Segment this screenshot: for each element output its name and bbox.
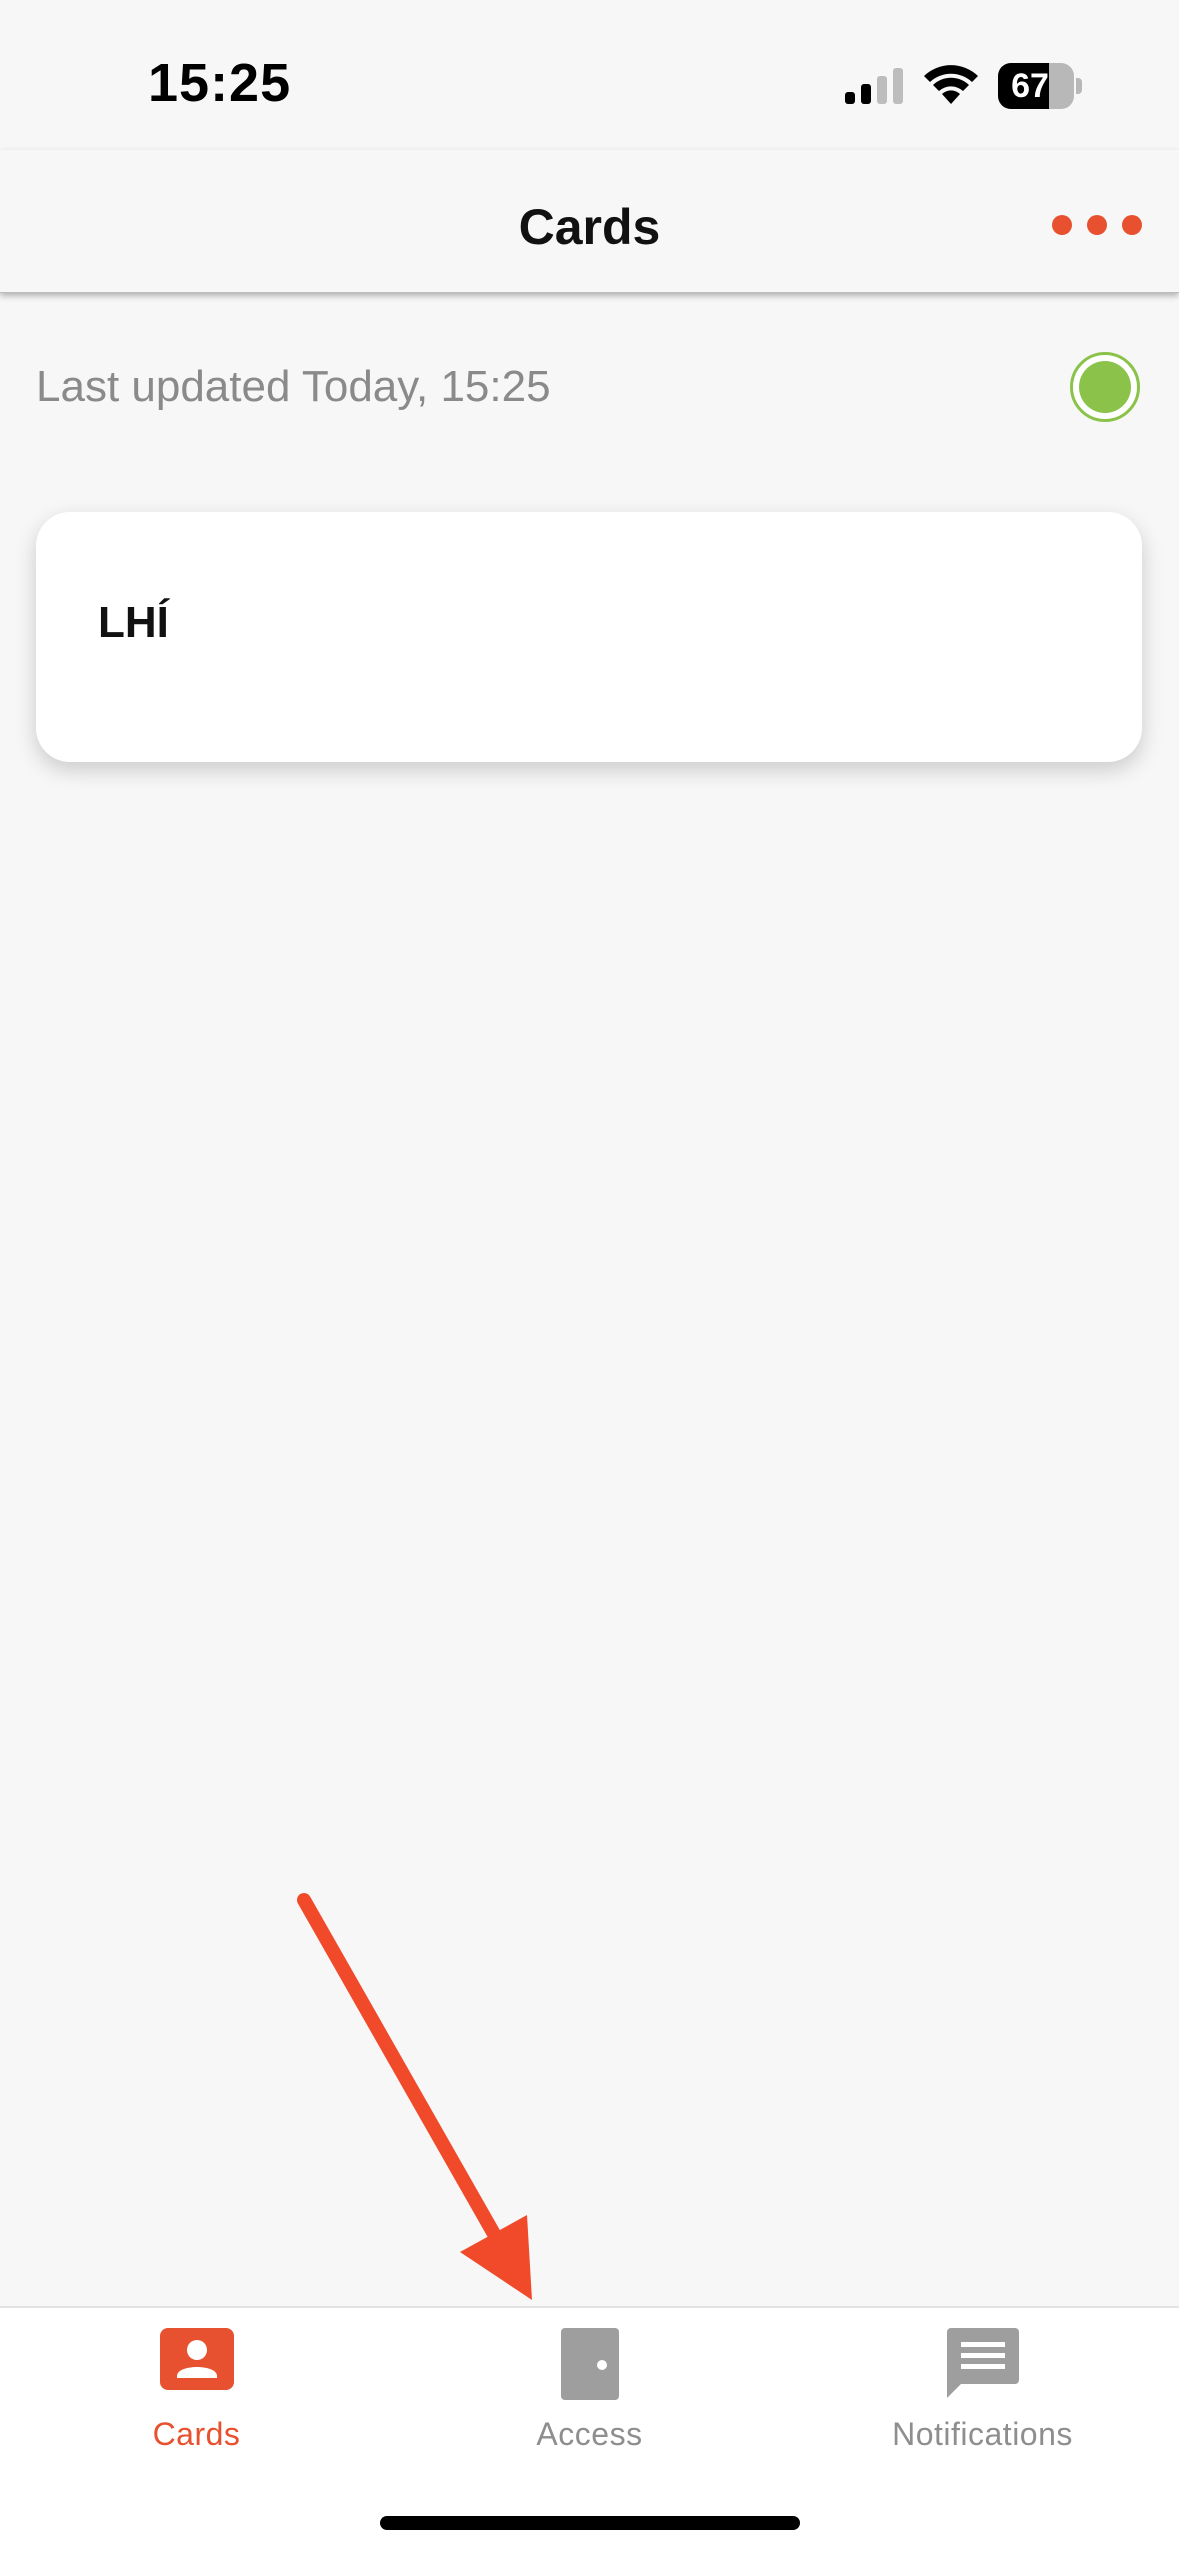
cellular-signal-icon (845, 68, 903, 104)
tab-notifications-label: Notifications (892, 2416, 1073, 2452)
more-dot (1122, 215, 1142, 235)
status-bar: 15:25 67 (0, 0, 1179, 150)
page-title: Cards (518, 199, 661, 255)
card-item[interactable]: LHÍ (36, 512, 1142, 762)
more-options-button[interactable] (1052, 200, 1142, 250)
navigation-bar: Cards (0, 150, 1179, 293)
door-icon (560, 2328, 619, 2400)
message-icon (946, 2328, 1019, 2398)
person-card-icon (159, 2328, 234, 2390)
last-updated-label: Last updated Today, 15:25 (36, 362, 551, 411)
status-time: 15:25 (148, 53, 292, 113)
tab-access[interactable]: Access (393, 2308, 786, 2468)
more-horizontal-icon (1052, 215, 1072, 235)
home-indicator[interactable] (380, 2516, 800, 2530)
tab-cards-label: Cards (152, 2416, 241, 2452)
cards-screen: 15:25 67 Cards Last updated Today, 15:25… (0, 0, 1179, 2556)
tab-cards[interactable]: Cards (0, 2308, 393, 2468)
card-title: LHÍ (98, 598, 169, 647)
tab-notifications[interactable]: Notifications (786, 2308, 1179, 2468)
connection-status-icon (1070, 352, 1140, 422)
battery-indicator: 67 (998, 63, 1082, 109)
wifi-icon (924, 65, 978, 104)
more-dot (1087, 215, 1107, 235)
tab-access-label: Access (536, 2416, 643, 2452)
battery-level: 67 (1011, 67, 1049, 105)
